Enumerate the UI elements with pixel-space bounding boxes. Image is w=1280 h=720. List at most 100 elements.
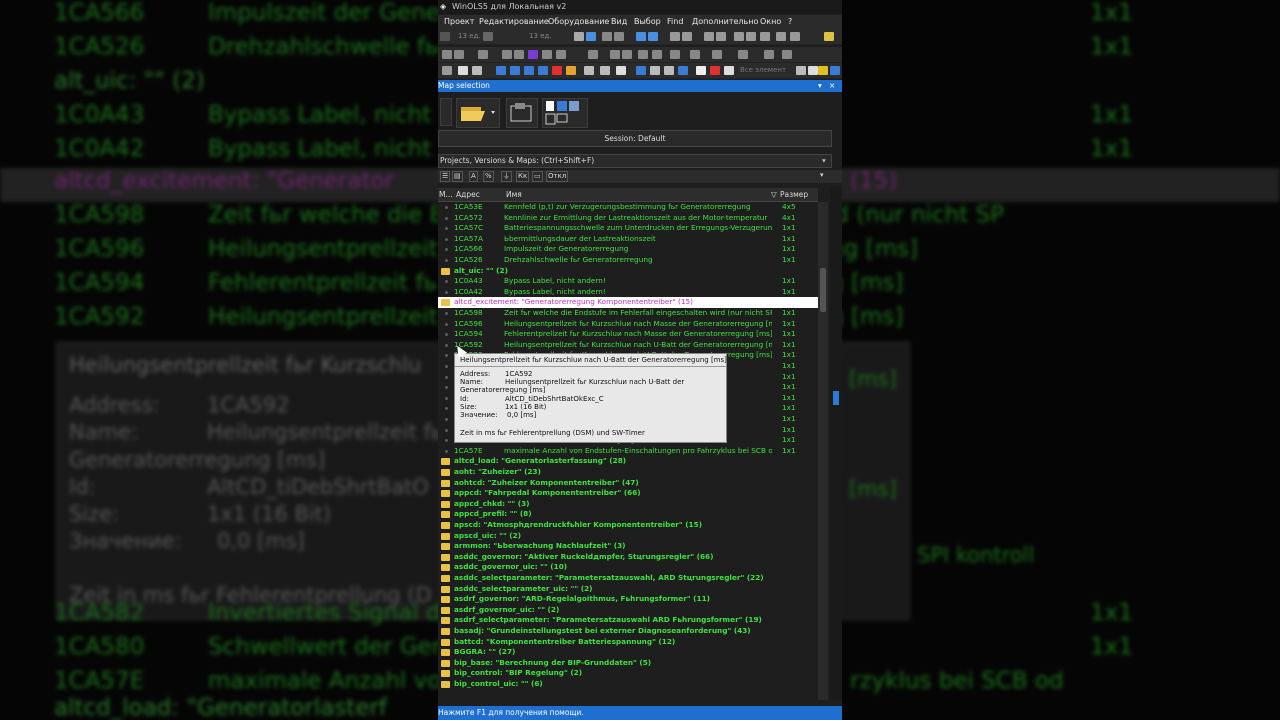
toolbar-button-icon[interactable]: [636, 66, 646, 75]
toolbar-button-icon[interactable]: [648, 32, 658, 41]
folder-row[interactable]: bip_base: "Berechnung der BIP-Grunddaten…: [438, 658, 818, 669]
folder-row[interactable]: apscd: "Atmosphдrendruckfьhler Komponent…: [438, 520, 818, 531]
table-row[interactable]: 1CA526 Drehzahlschwelle fьr Generatorerre…: [438, 255, 818, 266]
folder-row[interactable]: armmon: "Ьberwachung Nachlaufzeit" (3): [438, 541, 818, 552]
toolbar-button-icon[interactable]: [678, 66, 688, 75]
table-row[interactable]: 1CA598 Zeit fьr welche die Endstufe im Fe…: [438, 308, 818, 319]
close-icon[interactable]: ×: [829, 80, 835, 92]
table-row[interactable]: 1CA594 Fehlerentprellzeit fьr Kurzschluи …: [438, 329, 818, 340]
menu-item[interactable]: Оборудование: [548, 17, 609, 26]
filter-icon-2[interactable]: ▭: [532, 171, 543, 182]
folder-row[interactable]: asddc_governor_uic: "" (10): [438, 562, 818, 573]
folder-row[interactable]: altcd_load: "Generatorlasterfassung" (28…: [438, 456, 818, 467]
toolbar-button-icon[interactable]: [440, 32, 450, 41]
folder-row[interactable]: asdrf_governor_uic: "" (2): [438, 605, 818, 616]
table-row[interactable]: 1CA57A Ьbermittlungsdauer der Lastreaktio…: [438, 234, 818, 245]
menu-item[interactable]: Вид: [611, 17, 627, 26]
open-folder-button[interactable]: [456, 98, 500, 128]
toolbar-button-icon[interactable]: [510, 66, 520, 75]
toolbar-button-icon[interactable]: [584, 66, 594, 75]
toolbar-button-icon[interactable]: [760, 32, 770, 41]
toolbar-button-icon[interactable]: [442, 50, 452, 59]
folder-row[interactable]: asddc_selectparameter_uic: "" (2): [438, 584, 818, 595]
toolbar-button-icon[interactable]: [472, 66, 482, 75]
toolbar-button-icon[interactable]: [734, 32, 744, 41]
toolbar-button-icon[interactable]: [716, 32, 726, 41]
open-project-button[interactable]: [506, 98, 538, 128]
folder-row[interactable]: asdrf_selectparameter: "Parametersatzaus…: [438, 615, 818, 626]
filter-off-button[interactable]: Откл: [546, 171, 569, 182]
folder-row[interactable]: alt_uic: "" (2): [438, 266, 818, 277]
toolbar-button-icon[interactable]: [614, 32, 624, 41]
menu-item[interactable]: Окно: [760, 17, 781, 26]
toolbar-button-icon[interactable]: [556, 50, 566, 59]
toolbar-button-icon[interactable]: [454, 50, 464, 59]
vertical-scrollbar[interactable]: [818, 202, 828, 700]
toolbar-button-icon[interactable]: [650, 66, 660, 75]
toolbar-button-icon[interactable]: [738, 50, 748, 59]
filter-percent-button[interactable]: %: [483, 171, 494, 182]
folder-row[interactable]: bip_control_uic: "" (6): [438, 679, 818, 690]
dock-tab[interactable]: [833, 391, 839, 405]
folder-row[interactable]: appcd: "Fahrpedal Komponententreiber" (6…: [438, 488, 818, 499]
map-tools-group[interactable]: [542, 98, 588, 128]
menu-item[interactable]: Редактирование: [479, 17, 549, 26]
table-row[interactable]: 1CA592 Heilungsentprellzeit fьr Kurzschlu…: [438, 340, 818, 351]
toolbar-button-icon[interactable]: [610, 50, 620, 59]
toolbar-button-icon[interactable]: [566, 66, 576, 75]
toolbar-button-icon[interactable]: [796, 66, 806, 75]
toolbar-button-icon[interactable]: [588, 50, 598, 59]
chevron-down-icon[interactable]: ▾: [822, 155, 826, 167]
toolbar-button-icon[interactable]: [600, 66, 610, 75]
filter-toggle-1[interactable]: ☰: [440, 171, 451, 182]
toolbar-button-icon[interactable]: [724, 66, 734, 75]
projects-versions-maps-combo[interactable]: Projects, Versions & Maps: (Ctrl+Shift+F…: [438, 154, 832, 168]
toolbar-button-icon[interactable]: [574, 32, 584, 41]
folder-row[interactable]: aohtcd: "Zuheizer Komponententreiber" (4…: [438, 478, 818, 489]
folder-row[interactable]: apscd_uic: "" (2): [438, 531, 818, 542]
folder-row[interactable]: appcd_chkd: "" (3): [438, 499, 818, 510]
toolbar-button-icon[interactable]: [502, 50, 512, 59]
folder-row[interactable]: asddc_governor: "Aktiver Ruckeldдmpfer, …: [438, 552, 818, 563]
toolbar-button-icon[interactable]: [622, 50, 632, 59]
filter-icon[interactable]: ⏚: [501, 171, 512, 182]
toolbar-button-icon[interactable]: [782, 50, 792, 59]
toolbar-button-icon[interactable]: [602, 32, 612, 41]
column-address[interactable]: Адрес: [456, 188, 480, 201]
toolbar-button-icon[interactable]: [746, 32, 756, 41]
table-row[interactable]: 1CA57E maximale Anzahl von Endstufen-Eins…: [438, 446, 818, 457]
toolbar-button-icon[interactable]: [524, 66, 534, 75]
session-field[interactable]: Session: Default: [438, 130, 832, 147]
toolbar-button-icon[interactable]: [824, 32, 834, 41]
menu-item[interactable]: Проект: [444, 17, 474, 26]
toolbar-button-icon[interactable]: [710, 66, 720, 75]
toolbar-button-icon[interactable]: [552, 66, 562, 75]
folder-row[interactable]: asddc_selectparameter: "Parametersatzaus…: [438, 573, 818, 584]
toolbar-button-icon[interactable]: [483, 32, 493, 41]
toolbar-button-icon[interactable]: [442, 66, 452, 75]
table-row[interactable]: 1C0A42 Bypass Label, nicht andern! 1x1: [438, 287, 818, 298]
toolbar-button-icon[interactable]: [790, 32, 800, 41]
filter-dropdown-icon[interactable]: ▾: [819, 171, 825, 180]
folder-row[interactable]: aoht: "Zuheizer" (23): [438, 467, 818, 478]
toolbar-button-icon[interactable]: [670, 50, 680, 59]
toolbar-button-icon[interactable]: [696, 66, 706, 75]
toolbar-button-icon[interactable]: [776, 32, 786, 41]
filter-a-button[interactable]: A: [469, 171, 478, 182]
folder-row[interactable]: altcd_excitement: "Generatorerregung Kom…: [438, 297, 818, 308]
filter-toggle-2[interactable]: ▤: [452, 171, 463, 182]
toolbar-button-icon[interactable]: [586, 32, 596, 41]
table-row[interactable]: 1CA572 Kennlinie zur Ermittlung der Lastr…: [438, 213, 818, 224]
toolbar-button-icon[interactable]: [652, 50, 662, 59]
units-field-2[interactable]: 13 ед.: [529, 32, 552, 40]
toolbar-button-icon[interactable]: [808, 66, 818, 75]
toolbar-button-icon[interactable]: [682, 32, 692, 41]
folder-row[interactable]: appcd_prefil: "" (8): [438, 509, 818, 520]
column-size[interactable]: Размер: [780, 188, 808, 201]
toolbar-button-icon[interactable]: [458, 66, 468, 75]
pin-icon[interactable]: ▾: [818, 80, 822, 92]
toolbar-button-icon[interactable]: [538, 66, 548, 75]
toolbar-button-icon[interactable]: [690, 50, 700, 59]
filter-kk-button[interactable]: Кк: [516, 171, 530, 182]
toolbar-button-icon[interactable]: [704, 32, 714, 41]
